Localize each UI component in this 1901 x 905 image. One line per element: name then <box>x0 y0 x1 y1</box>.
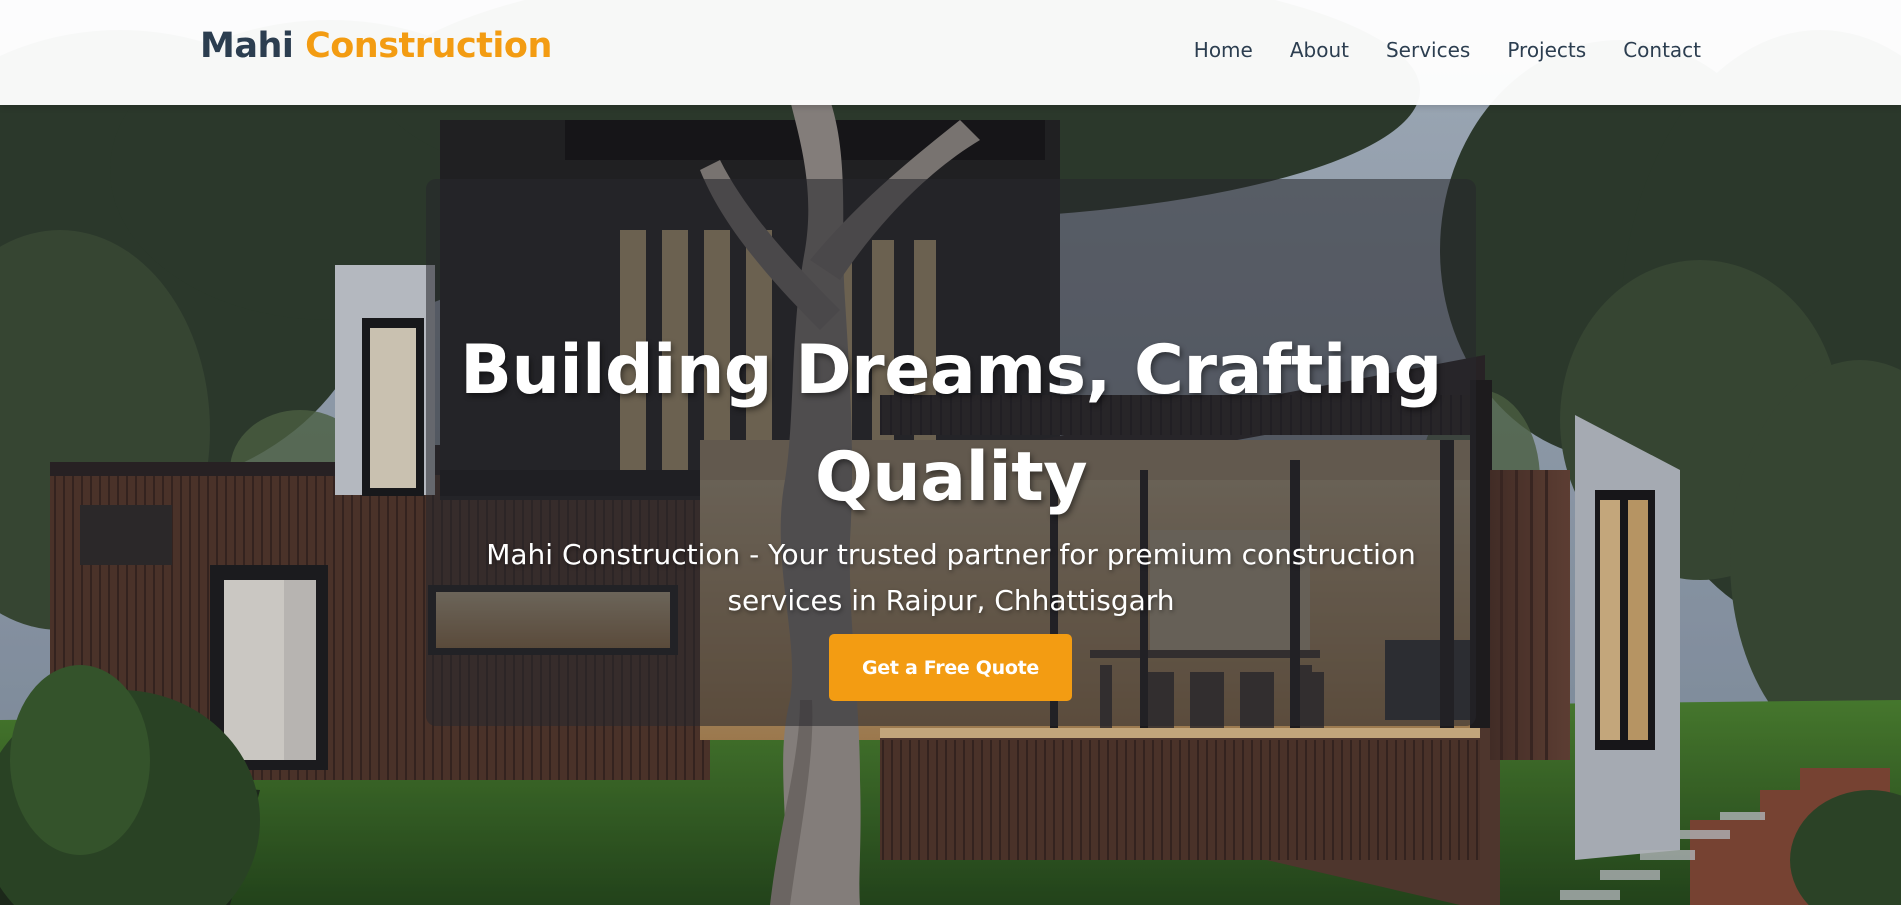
nav-link-home[interactable]: Home <box>1194 38 1253 62</box>
nav-link-contact[interactable]: Contact <box>1623 38 1701 62</box>
hero-subtitle: Mahi Construction - Your trusted partner… <box>486 538 1416 617</box>
get-free-quote-button[interactable]: Get a Free Quote <box>829 634 1072 701</box>
nav-link-projects[interactable]: Projects <box>1507 38 1586 62</box>
page: Mahi Construction Home About Services Pr… <box>0 0 1901 905</box>
nav-link-services[interactable]: Services <box>1386 38 1470 62</box>
logo-text-accent: Construction <box>305 26 552 66</box>
logo-text-primary: Mahi <box>200 26 294 66</box>
hero-content-card: Building Dreams, Crafting Quality Mahi C… <box>426 179 1476 726</box>
site-header: Mahi Construction Home About Services Pr… <box>0 0 1901 105</box>
hero-title: Building Dreams, Crafting Quality <box>460 330 1442 517</box>
main-nav: Home About Services Projects Contact <box>1157 38 1701 62</box>
site-logo[interactable]: Mahi Construction <box>200 26 552 66</box>
nav-link-about[interactable]: About <box>1290 38 1349 62</box>
